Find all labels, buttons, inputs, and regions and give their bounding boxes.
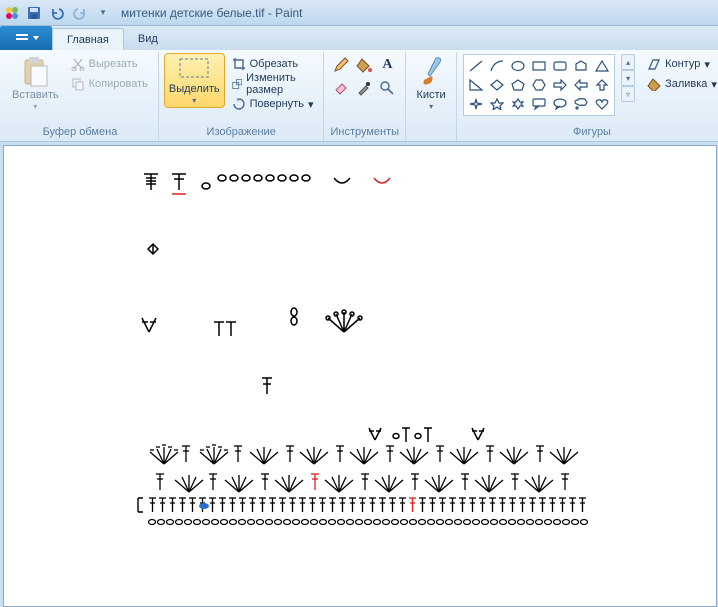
ribbon: Вставить ▾ Вырезать Копировать Буфер обм… (0, 50, 718, 142)
chevron-down-icon: ▾ (711, 78, 717, 91)
group-shapes: ▴ ▾ ▿ Контур ▾ Заливка ▾ Фигуры (457, 52, 718, 141)
cut-label: Вырезать (89, 58, 138, 70)
shapes-scroll-down[interactable]: ▾ (621, 70, 635, 86)
shape-star6[interactable] (508, 95, 528, 113)
fill-tool[interactable] (353, 54, 375, 76)
tab-view[interactable]: Вид (124, 28, 172, 50)
qat-customize[interactable]: ▾ (93, 3, 113, 23)
save-button[interactable] (24, 3, 44, 23)
window-title: митенки детские белые.tif - Paint (121, 6, 303, 20)
shape-callout-rect[interactable] (529, 95, 549, 113)
shape-star4[interactable] (466, 95, 486, 113)
shape-callout-cloud[interactable] (571, 95, 591, 113)
shapes-scroll-up[interactable]: ▴ (621, 54, 635, 70)
shape-callout-oval[interactable] (550, 95, 570, 113)
shape-arrow-r[interactable] (550, 76, 570, 94)
group-tools: A Инструменты (324, 52, 406, 141)
chevron-down-icon: ▾ (704, 58, 710, 71)
color-picker-tool[interactable] (353, 77, 375, 99)
crop-button[interactable]: Обрезать (228, 54, 318, 74)
shape-oval[interactable] (508, 57, 528, 75)
shape-triangle[interactable] (592, 57, 612, 75)
group-shapes-label: Фигуры (463, 124, 718, 141)
shape-arrow-l[interactable] (571, 76, 591, 94)
paste-button[interactable]: Вставить ▾ (8, 54, 63, 113)
group-brushes-label (412, 124, 450, 141)
group-image: Выделить ▾ Обрезать Изменить размер Пове… (159, 52, 325, 141)
shape-line[interactable] (466, 57, 486, 75)
cut-button[interactable]: Вырезать (67, 54, 152, 74)
shape-rect[interactable] (529, 57, 549, 75)
group-tools-label: Инструменты (330, 124, 399, 141)
chevron-down-icon: ▾ (192, 96, 196, 105)
pencil-tool[interactable] (330, 54, 352, 76)
ribbon-tabs: Главная Вид (0, 26, 718, 50)
tab-view-label: Вид (138, 33, 158, 45)
shape-star5[interactable] (487, 95, 507, 113)
group-clipboard: Вставить ▾ Вырезать Копировать Буфер обм… (2, 52, 159, 141)
shape-roundrect[interactable] (550, 57, 570, 75)
magnifier-tool[interactable] (376, 77, 398, 99)
chevron-down-icon: ▾ (33, 102, 37, 111)
rotate-button[interactable]: Повернуть ▾ (228, 94, 318, 114)
group-brushes: Кисти ▾ (406, 52, 457, 141)
fill-button[interactable]: Заливка ▾ (643, 74, 718, 94)
file-tab[interactable] (0, 26, 52, 50)
chevron-down-icon: ▾ (308, 98, 314, 111)
tab-home-label: Главная (67, 34, 109, 46)
shape-arrow-u[interactable] (592, 76, 612, 94)
group-clipboard-label: Буфер обмена (8, 124, 152, 141)
shapes-more[interactable]: ▿ (621, 86, 635, 102)
tab-home[interactable]: Главная (52, 28, 124, 50)
outline-button[interactable]: Контур ▾ (643, 54, 718, 74)
chevron-down-icon: ▾ (429, 102, 433, 111)
document-content: [145,580,10] (4, 146, 716, 606)
shape-right-tri[interactable] (466, 76, 486, 94)
copy-label: Копировать (89, 78, 148, 90)
select-button[interactable]: Выделить ▾ (165, 54, 224, 107)
outline-label: Контур (665, 58, 700, 70)
fill-label: Заливка (665, 78, 707, 90)
workspace: [145,580,10] (0, 142, 718, 607)
shapes-gallery[interactable] (463, 54, 615, 116)
group-image-label: Изображение (165, 124, 318, 141)
brushes-label: Кисти (416, 89, 445, 101)
shape-heart[interactable] (592, 95, 612, 113)
text-tool[interactable]: A (376, 54, 398, 76)
shape-diamond[interactable] (487, 76, 507, 94)
shape-pentagon[interactable] (508, 76, 528, 94)
shape-curve[interactable] (487, 57, 507, 75)
quick-access-toolbar: ▾ (24, 3, 113, 23)
select-label: Выделить (169, 83, 220, 95)
system-menu-icon[interactable] (4, 5, 20, 21)
eraser-tool[interactable] (330, 77, 352, 99)
shape-polygon[interactable] (571, 57, 591, 75)
undo-button[interactable] (47, 3, 67, 23)
resize-button[interactable]: Изменить размер (228, 74, 318, 94)
canvas[interactable]: [145,580,10] (4, 146, 716, 606)
brushes-button[interactable]: Кисти ▾ (412, 54, 450, 113)
crop-label: Обрезать (250, 58, 299, 70)
rotate-label: Повернуть (250, 98, 304, 110)
copy-button[interactable]: Копировать (67, 74, 152, 94)
resize-label: Изменить размер (246, 72, 313, 96)
redo-button[interactable] (70, 3, 90, 23)
shape-hexagon[interactable] (529, 76, 549, 94)
title-bar: ▾ митенки детские белые.tif - Paint (0, 0, 718, 26)
paste-label: Вставить (12, 89, 59, 101)
